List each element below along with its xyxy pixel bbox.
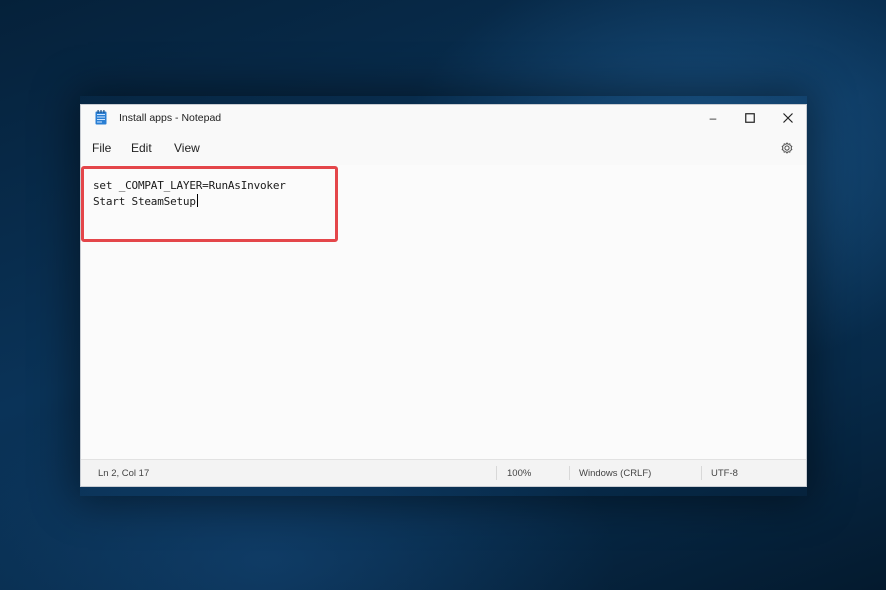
status-separator	[701, 466, 702, 480]
title-bar[interactable]: Install apps - Notepad –	[81, 105, 806, 131]
menu-view[interactable]: View	[174, 141, 200, 155]
gear-icon[interactable]	[780, 141, 794, 155]
maximize-icon	[745, 113, 755, 123]
minimize-icon: –	[709, 111, 717, 125]
status-bar: Ln 2, Col 17 100% Windows (CRLF) UTF-8	[81, 459, 806, 486]
notepad-window: Install apps - Notepad – File Edit View …	[80, 104, 807, 487]
notepad-app-icon	[95, 110, 107, 125]
minimize-button[interactable]: –	[695, 105, 731, 131]
status-separator	[496, 466, 497, 480]
encoding[interactable]: UTF-8	[711, 468, 738, 479]
close-icon	[783, 113, 793, 123]
maximize-button[interactable]	[732, 105, 768, 131]
cursor-position: Ln 2, Col 17	[98, 468, 150, 479]
menu-file[interactable]: File	[92, 141, 111, 155]
close-button[interactable]	[770, 105, 806, 131]
menu-bar: File Edit View	[81, 139, 806, 161]
highlight-annotation-box	[81, 166, 338, 242]
zoom-level[interactable]: 100%	[507, 468, 531, 479]
window-title: Install apps - Notepad	[119, 112, 222, 124]
menu-edit[interactable]: Edit	[131, 141, 152, 155]
line-ending[interactable]: Windows (CRLF)	[579, 468, 651, 479]
status-separator	[569, 466, 570, 480]
